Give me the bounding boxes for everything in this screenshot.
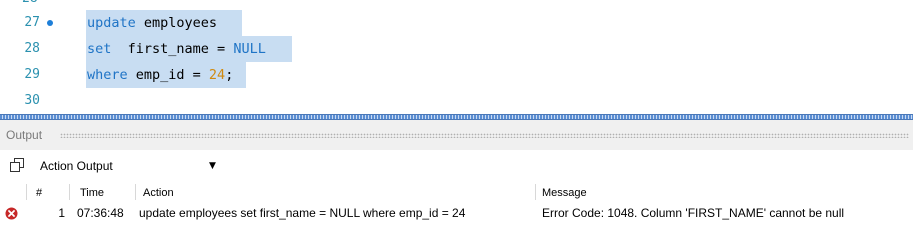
line-number: 30 <box>24 93 40 108</box>
output-panel-title: Output <box>6 128 43 142</box>
column-separator[interactable] <box>535 184 536 200</box>
copy-panel-icon[interactable] <box>10 158 24 172</box>
line-number: 28 <box>24 41 40 56</box>
output-grid-header: # Time Action Message <box>0 182 913 202</box>
row-action: update employees set first_name = NULL w… <box>139 206 466 220</box>
table-row[interactable]: 1 07:36:48 update employees set first_na… <box>0 202 913 222</box>
output-toolbar: Action Output ▼ <box>0 150 913 182</box>
code-text: update employees <box>87 15 218 31</box>
output-type-dropdown[interactable]: Action Output ▼ <box>36 157 222 175</box>
line-number: 27 <box>24 15 40 30</box>
code-line-30[interactable]: 30 <box>0 88 913 114</box>
line-number-partial: 28 <box>22 0 38 6</box>
code-line-29[interactable]: 29 where emp_id = 24; <box>0 62 913 88</box>
line-number: 29 <box>24 67 40 82</box>
error-icon <box>5 207 18 220</box>
row-time: 07:36:48 <box>77 206 124 220</box>
column-header-action[interactable]: Action <box>143 187 174 199</box>
chevron-down-icon: ▼ <box>209 161 216 171</box>
code-line-28[interactable]: 28 set first_name = NULL <box>0 36 913 62</box>
code-text: where emp_id = 24; <box>87 67 234 83</box>
dropdown-selected-value: Action Output <box>40 159 113 173</box>
column-header-num[interactable]: # <box>36 187 42 199</box>
column-separator[interactable] <box>135 184 136 200</box>
row-message: Error Code: 1048. Column 'FIRST_NAME' ca… <box>542 206 845 220</box>
column-separator[interactable] <box>69 184 70 200</box>
output-panel-header: Output <box>0 120 913 150</box>
sql-editor[interactable]: 28 27 update employees 28 set first_name… <box>0 0 913 114</box>
code-line-27[interactable]: 27 update employees <box>0 10 913 36</box>
row-number: 1 <box>58 206 65 220</box>
panel-grip[interactable] <box>60 133 909 138</box>
column-header-time[interactable]: Time <box>80 187 104 199</box>
column-header-message[interactable]: Message <box>542 187 587 199</box>
execution-dot-icon <box>47 20 53 26</box>
column-separator[interactable] <box>26 184 27 200</box>
code-text: set first_name = NULL <box>87 41 266 57</box>
